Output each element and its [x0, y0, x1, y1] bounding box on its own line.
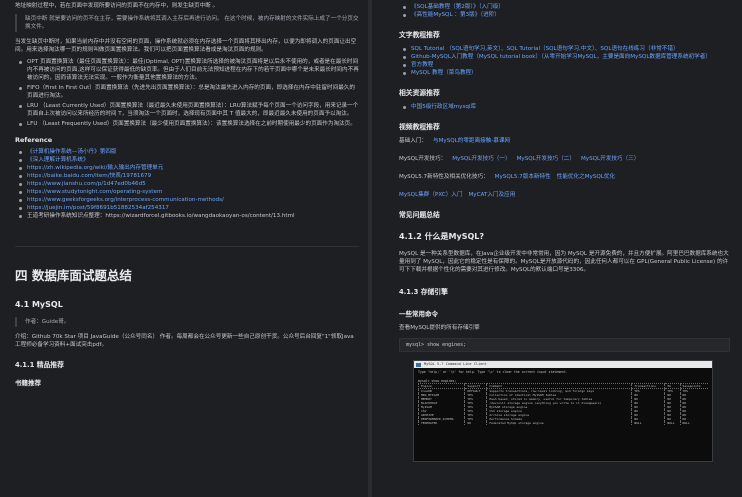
resource-heading: 相关资源推荐 — [399, 89, 440, 97]
terminal-screenshot: MySQL 5.7 Command Line Client Type 'help… — [413, 360, 713, 462]
video-link[interactable]: 与MySQL的零距离接触-慕课网 — [433, 138, 510, 144]
resource-item[interactable]: 中国5级行政区域mysql库 — [399, 103, 730, 111]
book-item[interactable]: 《高性能MySQL ：第3版》（进阶） — [399, 11, 730, 19]
reference-link[interactable]: https://www.jianshu.com/p/1d47ed0b46d5 — [15, 180, 359, 188]
table-cell: NULL — [664, 421, 681, 426]
video-link[interactable]: MySQL开发技巧（一） — [452, 156, 510, 162]
reference-link[interactable]: https://zh.wikipedia.org/wiki/输入输出内存管理单元 — [15, 164, 359, 172]
video-heading: 视频教程推荐 — [399, 123, 440, 131]
reference-link[interactable]: 《深入理解计算机系统》 — [15, 156, 359, 164]
what-paragraph: MySQL 是一种关系型数据库，在Java企业级开发中非常常用，因为 MySQL… — [399, 251, 729, 273]
cmd-heading: 一些常用命令 — [399, 310, 438, 318]
table-row: FEDERATED NO Federated MySQL storage engin… — [417, 421, 708, 426]
video-row: 基础入门： 与MySQL的零距离接触-慕课网 — [399, 137, 730, 145]
video-row: MySQL开发技巧： MySQL开发技巧（一） MySQL开发技巧（二） MySQL开… — [399, 155, 730, 163]
engine-heading: 4.1.3 存储引擎 — [399, 288, 448, 296]
tutorial-item[interactable]: MySQL 教程（菜鸟教程） — [399, 69, 730, 77]
book-heading: 书籍推荐 — [15, 379, 41, 387]
resource-list: 中国5级行政区域mysql库 — [399, 103, 730, 111]
video-link[interactable]: MySQL5.7版本新特性 — [495, 174, 551, 180]
reference-link[interactable]: https://www.geeksforgeeks.org/interproce… — [15, 196, 359, 204]
list-item: OPT 页面置换算法（最佳页面置换算法）：最佳(Optimal, OPT)置换算… — [15, 58, 359, 82]
video-row: MySQL5.7新特性及相关优化技巧： MySQL5.7版本新特性 性能优化之MyS… — [399, 173, 730, 181]
mysql-heading: 4.1 MySQL — [15, 300, 63, 309]
reference-link[interactable]: https://www.studytonight.com/operating-s… — [15, 188, 359, 196]
reference-link[interactable]: 王道考研操作系统知识点整理：https://wizardforcel.gitbo… — [15, 212, 359, 220]
video-row-label: MySQL开发技巧： — [399, 156, 447, 162]
table-cell: FEDERATED — [417, 421, 465, 426]
list-item: LRU （Least Currently Used）页面置换算法（最近最久未使用… — [15, 102, 359, 118]
list-item: LFU （Least Frequently Used）页面置换算法（最少使用页面… — [15, 120, 359, 128]
author-intro: 介绍：Github 70k Star 项目 JavaGuide（公众号同名） 作… — [15, 334, 354, 348]
reference-heading: Reference — [15, 136, 53, 144]
code-block: mysql> show engines; — [399, 338, 730, 352]
video-link[interactable]: MySQL开发技巧（三） — [581, 156, 639, 162]
tutorial-item[interactable]: 官方教程 — [399, 61, 730, 69]
replacement-paragraph: 当发生缺页中断时，如果当前内存中并没有空闲的页面，操作系统就必须在内存选择一个页… — [15, 39, 357, 53]
intro-text: 地址映射过程中，若在页面中发现所要访问的页面不在内存中，则发生缺页中断 。 — [15, 3, 219, 9]
video-link[interactable]: MyCAT入门及应用 — [468, 192, 515, 198]
list-item: FIFO（First In First Out）页面置换算法（先进先出页面置换算… — [15, 84, 359, 100]
video-row-label: MySQL5.7新特性及相关优化技巧： — [399, 174, 489, 180]
book-list: 《SQL基础教程（第2版）》（入门级） 《高性能MySQL ：第3版》（进阶） — [399, 3, 730, 19]
table-cell: Federated MySQL storage engine — [486, 421, 632, 426]
faq-heading: 常见问题总结 — [399, 211, 440, 219]
video-row: MySQL集群（PXC）入门 MyCAT入门及应用 — [399, 191, 730, 199]
tutorial-item[interactable]: SQL Tutorial （SQL语句学习,英文）、SQL Tutorial（S… — [399, 45, 730, 53]
table-cell: NULL — [631, 421, 665, 426]
recommend-heading: 4.1.1 精品推荐 — [15, 361, 64, 369]
video-row-label: 基础入门： — [399, 138, 427, 144]
page-fault-quote: 缺页中断 就是要访问的页不在主存，需要操作系统将其调入主存后再进行访问。 在这个… — [15, 14, 359, 32]
tutorial-item[interactable]: Github-MySQL入门教程（MySQL tutorial book）（从零… — [399, 53, 730, 61]
video-link[interactable]: 性能优化之MySQL优化 — [557, 174, 615, 180]
algorithm-list: OPT 页面置换算法（最佳页面置换算法）：最佳(Optimal, OPT)置换算… — [15, 58, 359, 128]
video-link[interactable]: MySQL集群（PXC）入门 — [399, 192, 462, 198]
left-page: 地址映射过程中，若在页面中发现所要访问的页面不在内存中，则发生缺页中断 。 缺页… — [0, 0, 372, 497]
cmd-description: 查看MySQL提供的所有存储引擎 — [399, 325, 480, 331]
table-cell: NO — [464, 421, 487, 426]
divider — [15, 246, 359, 247]
section-title: 四 数据库面试题总结 — [15, 268, 132, 283]
engines-table: Engine Support Comment Transactions XA S… — [417, 383, 708, 426]
tutorial-heading: 文字教程推荐 — [399, 31, 440, 39]
reference-link[interactable]: https://baike.baidu.com/item/快表/19781679 — [15, 172, 359, 180]
right-page: 《SQL基础教程（第2版）》（入门级） 《高性能MySQL ：第3版》（进阶） … — [372, 0, 742, 497]
author-quote: 作者：Guide哥。 — [15, 317, 359, 327]
book-item[interactable]: 《SQL基础教程（第2版）》（入门级） — [399, 3, 730, 11]
what-heading: 4.1.2 什么是MySQL? — [399, 232, 485, 241]
table-cell: NULL — [679, 421, 708, 426]
reference-link[interactable]: 《计算机操作系统—汤小丹》第四版 — [15, 148, 359, 156]
terminal-title: MySQL 5.7 Command Line Client — [414, 361, 712, 368]
video-link[interactable]: MySQL开发技巧（二） — [517, 156, 575, 162]
tutorial-list: SQL Tutorial （SQL语句学习,英文）、SQL Tutorial（S… — [399, 45, 730, 77]
reference-link[interactable]: https://juejin.im/post/59f8691b51882534a… — [15, 204, 359, 212]
reference-list: 《计算机操作系统—汤小丹》第四版 《深入理解计算机系统》 https://zh.… — [15, 148, 359, 220]
